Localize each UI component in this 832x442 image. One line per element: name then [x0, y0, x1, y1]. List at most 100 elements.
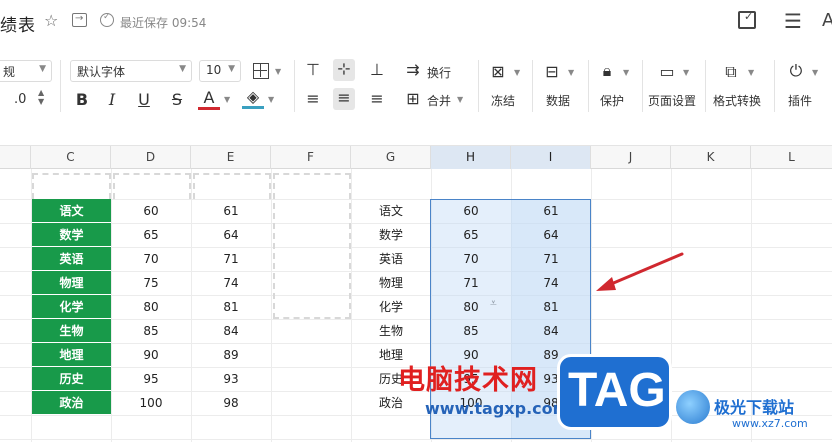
- score-cell[interactable]: 81: [511, 295, 591, 319]
- chevron-down-icon[interactable]: ▼: [748, 68, 754, 77]
- score-cell[interactable]: 80: [111, 295, 191, 319]
- chevron-down-icon[interactable]: ▼: [224, 95, 230, 104]
- data-icon[interactable]: ⊟: [541, 62, 563, 81]
- score-cell[interactable]: 71: [431, 271, 511, 295]
- score-cell[interactable]: 74: [511, 271, 591, 295]
- fill-color-icon[interactable]: ◈: [242, 88, 264, 109]
- underline-icon[interactable]: U: [133, 90, 155, 109]
- chevron-down-icon[interactable]: ▼: [275, 67, 281, 76]
- subject-header-cell[interactable]: 物理: [32, 271, 111, 295]
- column-header[interactable]: E: [191, 146, 271, 169]
- plugin-icon[interactable]: ⏻: [785, 61, 807, 81]
- column-header[interactable]: I: [511, 146, 591, 169]
- merge-cells-icon[interactable]: ⊞: [402, 89, 424, 108]
- italic-icon[interactable]: I: [101, 90, 123, 109]
- merge-cells-button[interactable]: 合并: [427, 92, 451, 109]
- account-icon[interactable]: A: [822, 10, 832, 31]
- score-cell[interactable]: 60: [431, 199, 511, 223]
- score-cell[interactable]: 65: [431, 223, 511, 247]
- column-header[interactable]: H: [431, 146, 511, 169]
- chevron-down-icon[interactable]: ▼: [457, 95, 463, 104]
- move-to-folder-icon[interactable]: →: [72, 13, 87, 27]
- page-setup-button[interactable]: 页面设置: [648, 92, 696, 109]
- wrap-text-button[interactable]: 换行: [427, 64, 451, 81]
- subject-header-cell[interactable]: 英语: [32, 247, 111, 271]
- share-edit-icon[interactable]: ✓: [738, 10, 756, 29]
- score-cell[interactable]: 81: [191, 295, 271, 319]
- score-cell[interactable]: 70: [111, 247, 191, 271]
- score-cell[interactable]: 64: [511, 223, 591, 247]
- decimal-stepper-icon[interactable]: ▲ ▼: [38, 88, 44, 106]
- column-header[interactable]: K: [671, 146, 751, 169]
- font-size-select[interactable]: 10 ▼: [199, 60, 241, 82]
- subject-header-cell[interactable]: 政治: [32, 391, 111, 415]
- align-bottom-icon[interactable]: ⊥: [366, 60, 388, 79]
- lock-icon[interactable]: 🔒︎: [596, 61, 618, 81]
- border-icon[interactable]: [253, 63, 269, 79]
- subject-cell[interactable]: 化学: [351, 295, 431, 319]
- score-cell[interactable]: 71: [511, 247, 591, 271]
- score-cell[interactable]: 71: [191, 247, 271, 271]
- score-cell[interactable]: 98: [191, 391, 271, 415]
- chevron-down-icon[interactable]: ▼: [683, 68, 689, 77]
- strikethrough-icon[interactable]: S: [166, 90, 188, 109]
- star-icon[interactable]: ☆: [44, 11, 58, 30]
- score-cell[interactable]: 84: [191, 319, 271, 343]
- score-cell[interactable]: 65: [111, 223, 191, 247]
- subject-cell[interactable]: 英语: [351, 247, 431, 271]
- subject-header-cell[interactable]: 语文: [32, 199, 111, 223]
- column-header[interactable]: F: [271, 146, 351, 169]
- align-left-icon[interactable]: ≡: [302, 89, 324, 108]
- freeze-button[interactable]: 冻结: [491, 92, 515, 109]
- subject-header-cell[interactable]: 数学: [32, 223, 111, 247]
- subject-cell[interactable]: 生物: [351, 319, 431, 343]
- subject-cell[interactable]: 语文: [351, 199, 431, 223]
- data-button[interactable]: 数据: [546, 92, 570, 109]
- subject-cell[interactable]: 数学: [351, 223, 431, 247]
- score-cell[interactable]: 95: [111, 367, 191, 391]
- subject-header-cell[interactable]: 化学: [32, 295, 111, 319]
- font-family-select[interactable]: 默认字体 ▼: [70, 60, 192, 82]
- chevron-down-icon[interactable]: ▼: [514, 68, 520, 77]
- freeze-icon[interactable]: ⊠: [487, 62, 509, 81]
- align-top-icon[interactable]: ⊤: [302, 60, 324, 79]
- align-middle-icon[interactable]: ⊹: [333, 59, 355, 81]
- score-cell[interactable]: 64: [191, 223, 271, 247]
- subject-header-cell[interactable]: 地理: [32, 343, 111, 367]
- chevron-down-icon[interactable]: ▼: [268, 95, 274, 104]
- score-cell[interactable]: 93: [191, 367, 271, 391]
- chevron-down-icon[interactable]: ▼: [568, 68, 574, 77]
- score-cell[interactable]: 70: [431, 247, 511, 271]
- score-cell[interactable]: 61: [511, 199, 591, 223]
- score-cell[interactable]: 84: [511, 319, 591, 343]
- score-cell[interactable]: 80: [431, 295, 511, 319]
- score-cell[interactable]: 61: [191, 199, 271, 223]
- number-format-select[interactable]: 规 ▼: [0, 60, 52, 82]
- column-header[interactable]: L: [751, 146, 832, 169]
- score-cell[interactable]: 85: [431, 319, 511, 343]
- chevron-down-icon[interactable]: ▼: [623, 68, 629, 77]
- protect-button[interactable]: 保护: [600, 92, 624, 109]
- align-center-icon[interactable]: ≡: [333, 88, 355, 110]
- subject-header-cell[interactable]: 历史: [32, 367, 111, 391]
- column-header[interactable]: D: [111, 146, 191, 169]
- bold-icon[interactable]: B: [71, 90, 93, 109]
- align-right-icon[interactable]: ≡: [366, 89, 388, 108]
- format-convert-icon[interactable]: ⧉: [720, 62, 742, 82]
- score-cell[interactable]: 90: [111, 343, 191, 367]
- score-cell[interactable]: 74: [191, 271, 271, 295]
- wrap-text-icon[interactable]: ⇉: [402, 60, 424, 79]
- score-cell[interactable]: 85: [111, 319, 191, 343]
- column-header[interactable]: J: [591, 146, 671, 169]
- document-title[interactable]: 绩表: [0, 11, 36, 36]
- score-cell[interactable]: 75: [111, 271, 191, 295]
- score-cell[interactable]: 60: [111, 199, 191, 223]
- subject-cell[interactable]: 物理: [351, 271, 431, 295]
- page-setup-icon[interactable]: ▭: [656, 62, 678, 81]
- score-cell[interactable]: 89: [191, 343, 271, 367]
- format-convert-button[interactable]: 格式转换: [713, 92, 761, 109]
- score-cell[interactable]: 100: [111, 391, 191, 415]
- column-header[interactable]: G: [351, 146, 431, 169]
- menu-icon[interactable]: ☰: [784, 9, 802, 33]
- plugin-button[interactable]: 插件: [788, 92, 812, 109]
